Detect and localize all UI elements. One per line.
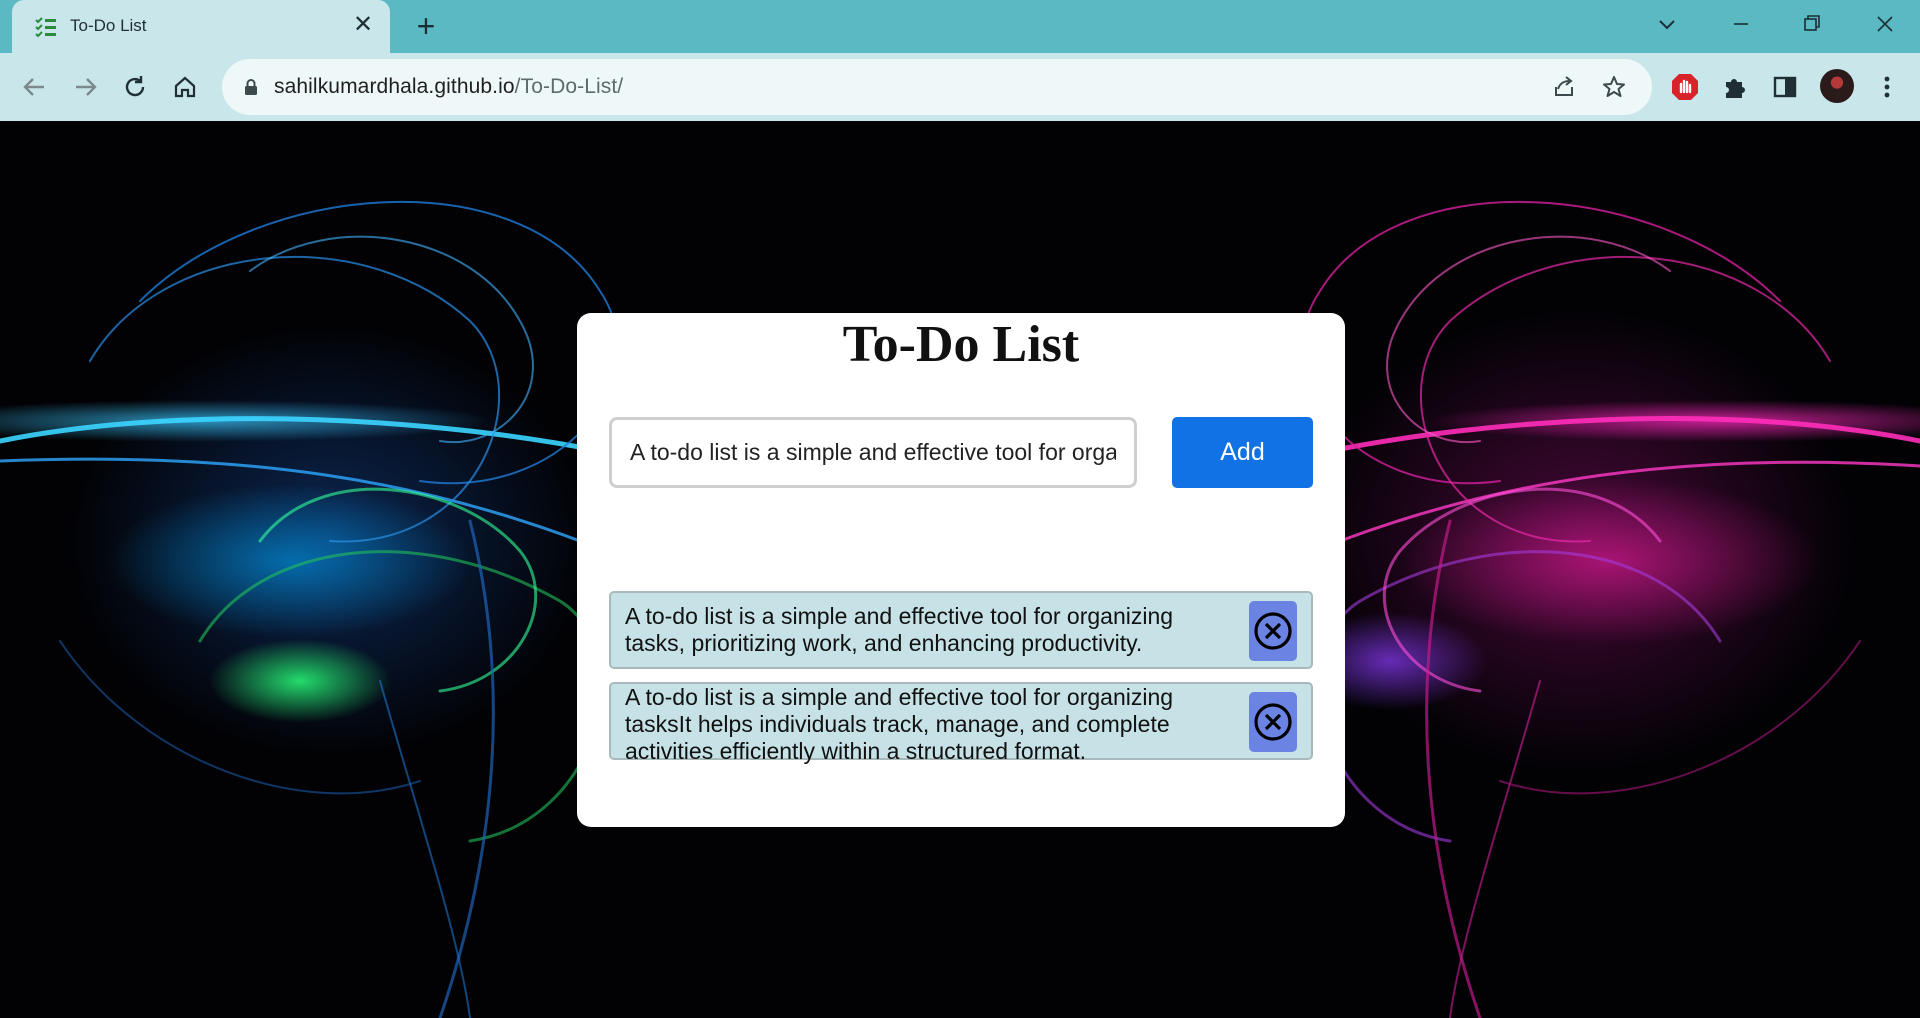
checklist-favicon-icon: [35, 17, 56, 38]
new-tab-icon[interactable]: +: [410, 10, 442, 43]
more-vert-icon[interactable]: [1872, 72, 1902, 102]
restore-icon[interactable]: [1797, 9, 1827, 39]
tab-strip: To-Do List ✕ +: [0, 0, 1920, 53]
url-host: sahilkumardhala.github.io: [274, 75, 515, 98]
side-panel-icon[interactable]: [1770, 72, 1800, 102]
url-text[interactable]: sahilkumardhala.github.io/To-Do-List/: [274, 75, 623, 99]
page-viewport: To-Do List Add A to-do list is a simple …: [0, 121, 1920, 1018]
browser-tab[interactable]: To-Do List ✕: [12, 0, 390, 53]
close-circle-icon: [1254, 703, 1292, 741]
list-item: A to-do list is a simple and effective t…: [609, 591, 1313, 669]
tab-title: To-Do List: [70, 16, 147, 35]
task-list: A to-do list is a simple and effective t…: [609, 591, 1313, 773]
extensions-puzzle-icon[interactable]: [1720, 72, 1750, 102]
stop-sign-extension-icon[interactable]: [1670, 72, 1700, 102]
browser-toolbar: sahilkumardhala.github.io/To-Do-List/: [0, 53, 1920, 121]
task-text: A to-do list is a simple and effective t…: [625, 603, 1174, 656]
home-icon[interactable]: [166, 68, 204, 106]
chevron-down-icon[interactable]: [1652, 9, 1682, 39]
url-path: /To-Do-List/: [514, 75, 624, 98]
back-arrow-icon[interactable]: [16, 68, 54, 106]
address-bar[interactable]: sahilkumardhala.github.io/To-Do-List/: [222, 59, 1652, 115]
minimize-icon[interactable]: [1726, 9, 1756, 39]
todo-card: To-Do List Add A to-do list is a simple …: [577, 313, 1345, 827]
close-circle-icon: [1254, 612, 1292, 650]
task-text: A to-do list is a simple and effective t…: [625, 684, 1174, 764]
close-window-icon[interactable]: [1870, 9, 1900, 39]
delete-button[interactable]: [1249, 692, 1297, 752]
page-title: To-Do List: [842, 316, 1080, 373]
forward-arrow-icon[interactable]: [66, 68, 104, 106]
task-input[interactable]: [609, 417, 1137, 488]
tab-close-icon[interactable]: ✕: [350, 12, 376, 38]
reload-icon[interactable]: [116, 68, 154, 106]
bookmark-star-icon[interactable]: [1600, 73, 1628, 101]
profile-avatar[interactable]: [1820, 69, 1854, 103]
add-button[interactable]: Add: [1172, 417, 1313, 488]
share-icon[interactable]: [1550, 73, 1578, 101]
list-item: A to-do list is a simple and effective t…: [609, 682, 1313, 764]
lock-icon[interactable]: [240, 76, 262, 98]
delete-button[interactable]: [1249, 601, 1297, 661]
